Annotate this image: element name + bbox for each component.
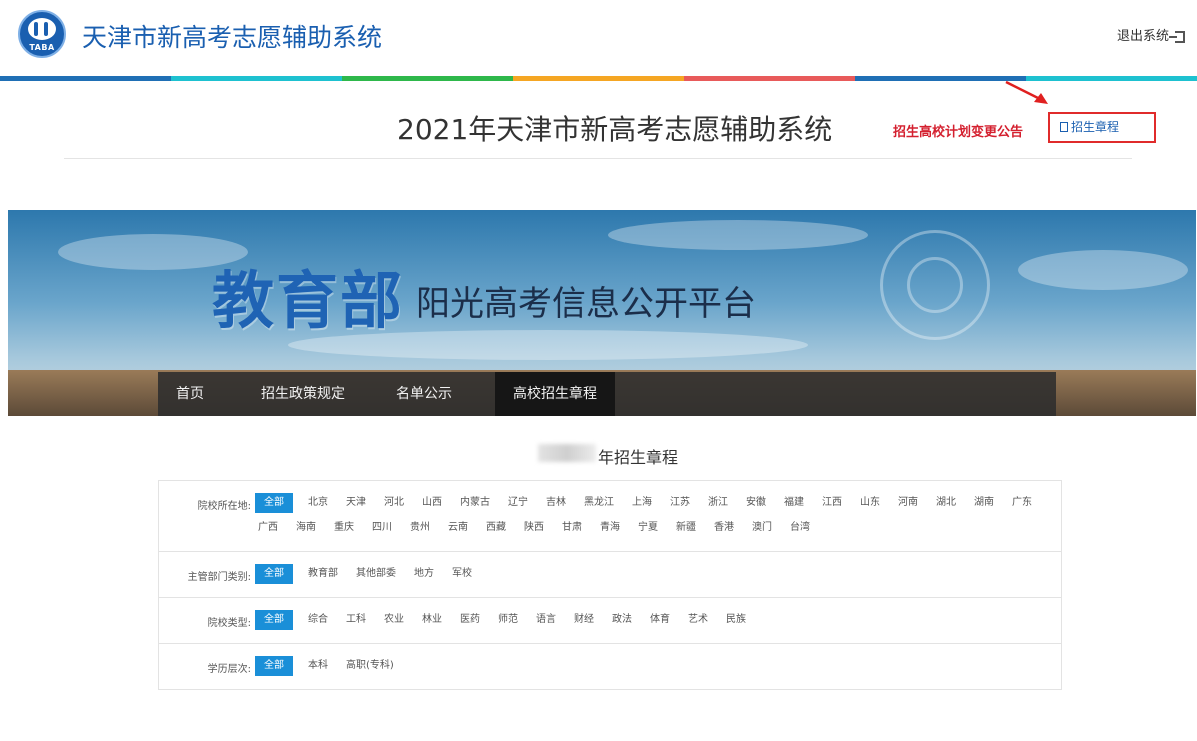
color-stripe-segment	[513, 76, 684, 81]
filter-option[interactable]: 内蒙古	[457, 493, 493, 513]
app-header: TABA 天津市新高考志愿辅助系统 退出系统	[0, 0, 1197, 76]
logout-icon	[1169, 30, 1185, 43]
filter-table: 院校所在地: 全部 北京 天津 河北 山西 内蒙古 辽宁 吉林 黑龙江 上海 江苏 浙江 安徽 福建 江西 山东…	[158, 480, 1062, 690]
filter-option[interactable]: 工科	[343, 610, 369, 630]
filter-option[interactable]: 其他部委	[353, 564, 399, 584]
filter-option[interactable]: 台湾	[787, 518, 813, 538]
filter-option[interactable]: 财经	[571, 610, 597, 630]
filter-option[interactable]: 艺术	[685, 610, 711, 630]
filter-row: 学历层次: 全部 本科 高职(专科)	[159, 644, 1061, 689]
filter-label: 主管部门类别:	[187, 572, 251, 583]
filter-option[interactable]: 海南	[293, 518, 319, 538]
filter-option[interactable]: 本科	[305, 656, 331, 676]
app-title: 天津市新高考志愿辅助系统	[82, 23, 383, 52]
nav-item[interactable]: 招生政策规定	[243, 372, 363, 416]
filter-option[interactable]: 农业	[381, 610, 407, 630]
filter-option[interactable]: 语言	[533, 610, 559, 630]
filter-option[interactable]: 香港	[711, 518, 737, 538]
filter-option[interactable]: 新疆	[673, 518, 699, 538]
filter-option[interactable]: 山西	[419, 493, 445, 513]
filter-row: 院校所在地: 全部 北京 天津 河北 山西 内蒙古 辽宁 吉林 黑龙江 上海 江苏 浙江 安徽 福建 江西 山东…	[159, 481, 1061, 552]
filter-option[interactable]: 湖南	[971, 493, 997, 513]
banner-title-sub: 阳光高考信息公开平台	[416, 284, 756, 324]
filter-label: 学历层次:	[207, 664, 251, 675]
filter-option[interactable]: 宁夏	[635, 518, 661, 538]
filter-option[interactable]: 全部	[255, 656, 293, 676]
banner-title-main: 教育部	[212, 264, 405, 337]
filter-option[interactable]: 江西	[819, 493, 845, 513]
filter-option[interactable]: 浙江	[705, 493, 731, 513]
filter-option[interactable]: 江苏	[667, 493, 693, 513]
filter-option[interactable]: 安徽	[743, 493, 769, 513]
filter-label: 院校类型:	[207, 618, 251, 629]
color-stripe-segment	[0, 76, 171, 81]
filter-option[interactable]: 河南	[895, 493, 921, 513]
filter-option[interactable]: 澳门	[749, 518, 775, 538]
blurred-year	[538, 444, 596, 462]
filter-option[interactable]: 四川	[369, 518, 395, 538]
filter-option[interactable]: 教育部	[305, 564, 341, 584]
portal-nav: 首页 招生政策规定 名单公示 高校招生章程	[158, 372, 1056, 416]
filter-option[interactable]: 上海	[629, 493, 655, 513]
filter-option[interactable]: 民族	[723, 610, 749, 630]
filter-option[interactable]: 地方	[411, 564, 437, 584]
filter-option[interactable]: 医药	[457, 610, 483, 630]
filter-option[interactable]: 综合	[305, 610, 331, 630]
filter-option[interactable]: 广西	[255, 518, 281, 538]
filter-option[interactable]: 福建	[781, 493, 807, 513]
nav-item[interactable]: 首页	[158, 372, 222, 416]
filter-option[interactable]: 广东	[1009, 493, 1035, 513]
logout-label: 退出系统	[1116, 29, 1169, 44]
filter-option[interactable]: 山东	[857, 493, 883, 513]
filter-option[interactable]: 陕西	[521, 518, 547, 538]
sunshine-platform-logo-icon	[880, 230, 990, 340]
filter-row: 院校类型: 全部 综合 工科 农业 林业 医药 师范 语言 财经 政法 体育 艺术 民族	[159, 598, 1061, 644]
logo-text: TABA	[29, 43, 55, 52]
charter-title: 年招生章程	[598, 448, 679, 467]
color-stripe-segment	[171, 76, 342, 81]
filter-option[interactable]: 军校	[449, 564, 475, 584]
document-icon	[1060, 122, 1068, 132]
filter-option[interactable]: 甘肃	[559, 518, 585, 538]
logout-button[interactable]: 退出系统	[1117, 25, 1185, 44]
annotation-arrow-icon	[1005, 80, 1048, 104]
nav-item[interactable]: 高校招生章程	[495, 372, 615, 416]
filter-option[interactable]: 贵州	[407, 518, 433, 538]
filter-option[interactable]: 西藏	[483, 518, 509, 538]
nav-item[interactable]: 名单公示	[378, 372, 470, 416]
filter-option[interactable]: 重庆	[331, 518, 357, 538]
filter-option[interactable]: 体育	[647, 610, 673, 630]
filter-option[interactable]: 师范	[495, 610, 521, 630]
filter-option[interactable]: 湖北	[933, 493, 959, 513]
title-divider	[64, 158, 1132, 159]
filter-option[interactable]: 青海	[597, 518, 623, 538]
embedded-screenshot: 教育部 阳光高考信息公开平台 首页 招生政策规定 名单公示 高校招生章程 年招生章程 …	[8, 210, 1196, 741]
admission-charter-label: 招生章程	[1071, 120, 1120, 134]
filter-option[interactable]: 黑龙江	[581, 493, 617, 513]
color-stripe-segment	[684, 76, 855, 81]
filter-option[interactable]: 云南	[445, 518, 471, 538]
filter-option[interactable]: 全部	[255, 564, 293, 584]
filter-option[interactable]: 林业	[419, 610, 445, 630]
filter-option[interactable]: 北京	[305, 493, 331, 513]
color-stripe-segment	[342, 76, 513, 81]
filter-option[interactable]: 辽宁	[505, 493, 531, 513]
filter-option[interactable]: 河北	[381, 493, 407, 513]
filter-option[interactable]: 天津	[343, 493, 369, 513]
filter-option[interactable]: 吉林	[543, 493, 569, 513]
filter-row: 主管部门类别: 全部 教育部 其他部委 地方 军校	[159, 552, 1061, 598]
banner: 教育部 阳光高考信息公开平台 首页 招生政策规定 名单公示 高校招生章程	[8, 210, 1196, 416]
plan-change-notice-link[interactable]: 招生高校计划变更公告	[893, 121, 1023, 140]
admission-charter-button[interactable]: 招生章程	[1048, 112, 1156, 143]
system-logo: TABA	[18, 10, 66, 58]
color-stripe-segment	[855, 76, 1026, 81]
filter-option[interactable]: 高职(专科)	[343, 656, 397, 676]
filter-option[interactable]: 全部	[255, 610, 293, 630]
filter-label: 院校所在地:	[197, 501, 251, 512]
page-title: 2021年天津市新高考志愿辅助系统	[397, 113, 833, 146]
filter-option[interactable]: 全部	[255, 493, 293, 513]
filter-option[interactable]: 政法	[609, 610, 635, 630]
